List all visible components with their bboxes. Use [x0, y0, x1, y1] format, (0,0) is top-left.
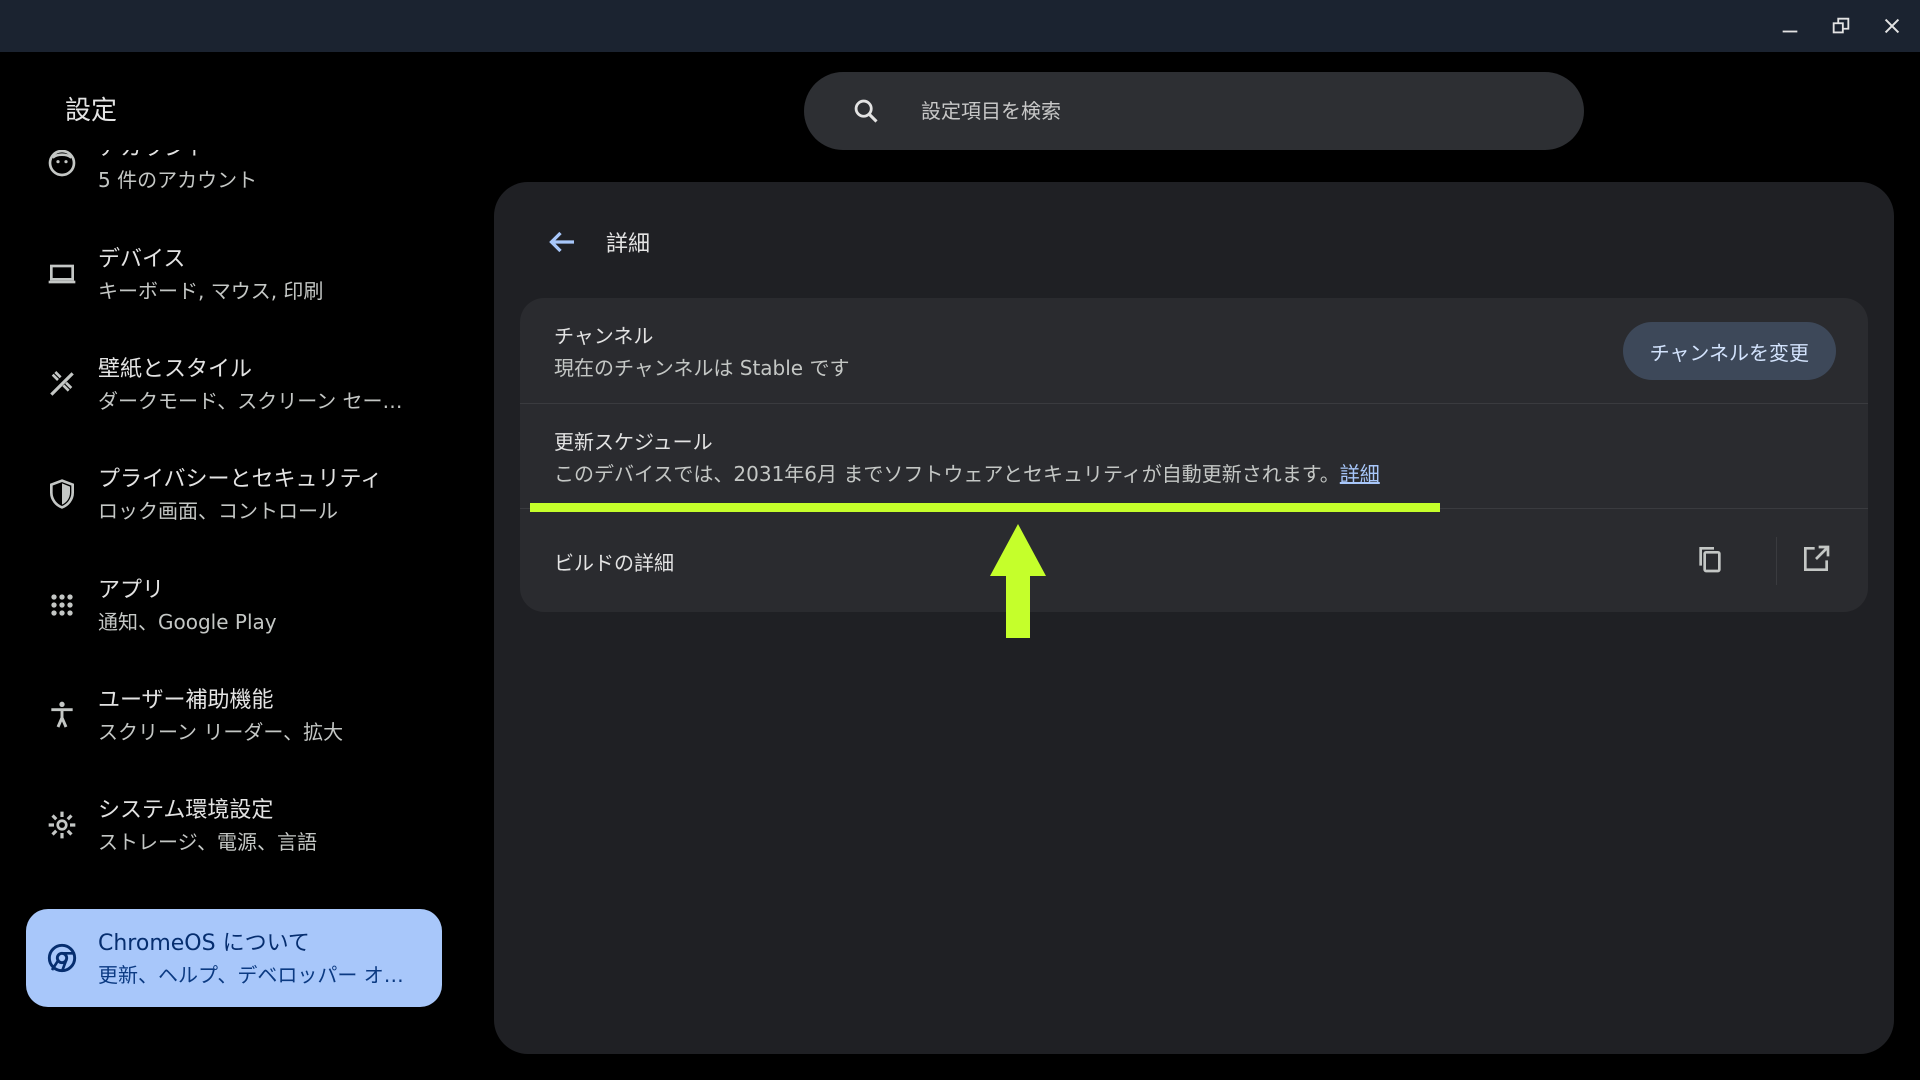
learn-more-link[interactable]: 詳細 — [1340, 462, 1380, 486]
chrome-icon — [46, 942, 78, 974]
search-input[interactable] — [919, 92, 1539, 130]
back-arrow-icon[interactable] — [544, 224, 580, 260]
update-schedule-text: このデバイスでは、2031年6月 までソフトウェアとセキュリティが自動更新されま… — [554, 462, 1340, 486]
sidebar-item-wallpaper[interactable]: 壁紙とスタイル ダークモード、スクリーン セー… — [26, 335, 442, 433]
main-panel: 詳細 チャンネル 現在のチャンネルは Stable です チャンネルを変更 更新… — [494, 182, 1894, 1054]
sidebar-item-apps[interactable]: アプリ 通知、Google Play — [26, 556, 442, 654]
open-external-icon — [1804, 545, 1830, 571]
update-schedule-subtitle: このデバイスでは、2031年6月 までソフトウェアとセキュリティが自動更新されま… — [554, 458, 1380, 487]
shield-icon — [46, 478, 78, 510]
sidebar-item-subtitle: ロック画面、コントロール — [98, 499, 338, 523]
sidebar-item-accessibility[interactable]: ユーザー補助機能 スクリーン リーダー、拡大 — [26, 666, 442, 764]
update-schedule-title: 更新スケジュール — [554, 430, 713, 454]
minimize-button[interactable] — [1776, 12, 1804, 40]
copy-build-details-button[interactable] — [1694, 543, 1730, 579]
sidebar-item-subtitle: ダークモード、スクリーン セー… — [98, 389, 403, 413]
account-icon — [46, 150, 78, 179]
sidebar-item-title: プライバシーとセキュリティ — [98, 467, 383, 492]
sidebar-item-privacy[interactable]: プライバシーとセキュリティ ロック画面、コントロール — [26, 445, 442, 543]
sidebar-item-account[interactable]: アカウント 5 件のアカウント — [26, 150, 442, 212]
accessibility-icon — [46, 699, 78, 731]
up-arrow-annotation-icon — [990, 524, 1046, 638]
details-card: チャンネル 現在のチャンネルは Stable です チャンネルを変更 更新スケジ… — [520, 298, 1868, 612]
close-icon — [1884, 18, 1900, 34]
sidebar-item-subtitle: 更新、ヘルプ、デベロッパー オ… — [98, 963, 404, 987]
copy-icon — [1699, 547, 1721, 573]
sidebar-item-subtitle: 5 件のアカウント — [98, 168, 258, 192]
sidebar-item-subtitle: 通知、Google Play — [98, 610, 277, 634]
open-build-details-button[interactable] — [1800, 543, 1836, 579]
restore-button[interactable] — [1827, 12, 1855, 40]
apps-grid-icon — [46, 589, 78, 621]
search-bar[interactable] — [804, 72, 1584, 150]
sidebar-item-device[interactable]: デバイス キーボード, マウス, 印刷 — [26, 225, 442, 323]
sidebar-item-subtitle: キーボード, マウス, 印刷 — [98, 279, 324, 303]
palette-icon — [46, 368, 78, 400]
window-titlebar — [0, 0, 1920, 52]
build-details-title: ビルドの詳細 — [554, 551, 674, 575]
channel-title: チャンネル — [554, 324, 654, 348]
highlight-underline — [530, 503, 1440, 512]
channel-subtitle: 現在のチャンネルは Stable です — [554, 356, 850, 380]
build-details-row[interactable]: ビルドの詳細 — [520, 509, 1868, 612]
sidebar-item-title: ユーザー補助機能 — [98, 688, 274, 713]
update-schedule-row: 更新スケジュール このデバイスでは、2031年6月 までソフトウェアとセキュリテ… — [520, 404, 1868, 509]
search-icon — [854, 99, 878, 123]
sidebar-item-title: システム環境設定 — [98, 798, 274, 823]
sidebar-item-system[interactable]: システム環境設定 ストレージ、電源、言語 — [26, 776, 442, 874]
gear-icon — [46, 809, 78, 841]
app-title: 設定 — [65, 96, 118, 126]
change-channel-button[interactable]: チャンネルを変更 — [1622, 322, 1836, 380]
sidebar-item-title: 壁紙とスタイル — [98, 357, 253, 382]
sidebar-item-about-chromeos[interactable]: ChromeOS について 更新、ヘルプ、デベロッパー オ… — [26, 909, 442, 1007]
channel-row: チャンネル 現在のチャンネルは Stable です チャンネルを変更 — [520, 298, 1868, 404]
sidebar: アカウント 5 件のアカウント デバイス キーボード, マウス, 印刷 壁紙とス… — [0, 150, 460, 1050]
sidebar-item-title: アプリ — [98, 578, 165, 603]
divider — [1776, 537, 1777, 585]
restore-icon — [1832, 17, 1850, 34]
close-button[interactable] — [1878, 12, 1906, 40]
minimize-icon — [1782, 30, 1798, 33]
sidebar-item-title: ChromeOS について — [98, 931, 310, 956]
sidebar-item-title: デバイス — [98, 247, 186, 272]
sidebar-item-title: アカウント — [98, 150, 208, 162]
laptop-icon — [46, 258, 78, 290]
sidebar-item-subtitle: スクリーン リーダー、拡大 — [98, 720, 344, 744]
page-title: 詳細 — [606, 232, 651, 257]
sidebar-item-subtitle: ストレージ、電源、言語 — [98, 830, 317, 854]
